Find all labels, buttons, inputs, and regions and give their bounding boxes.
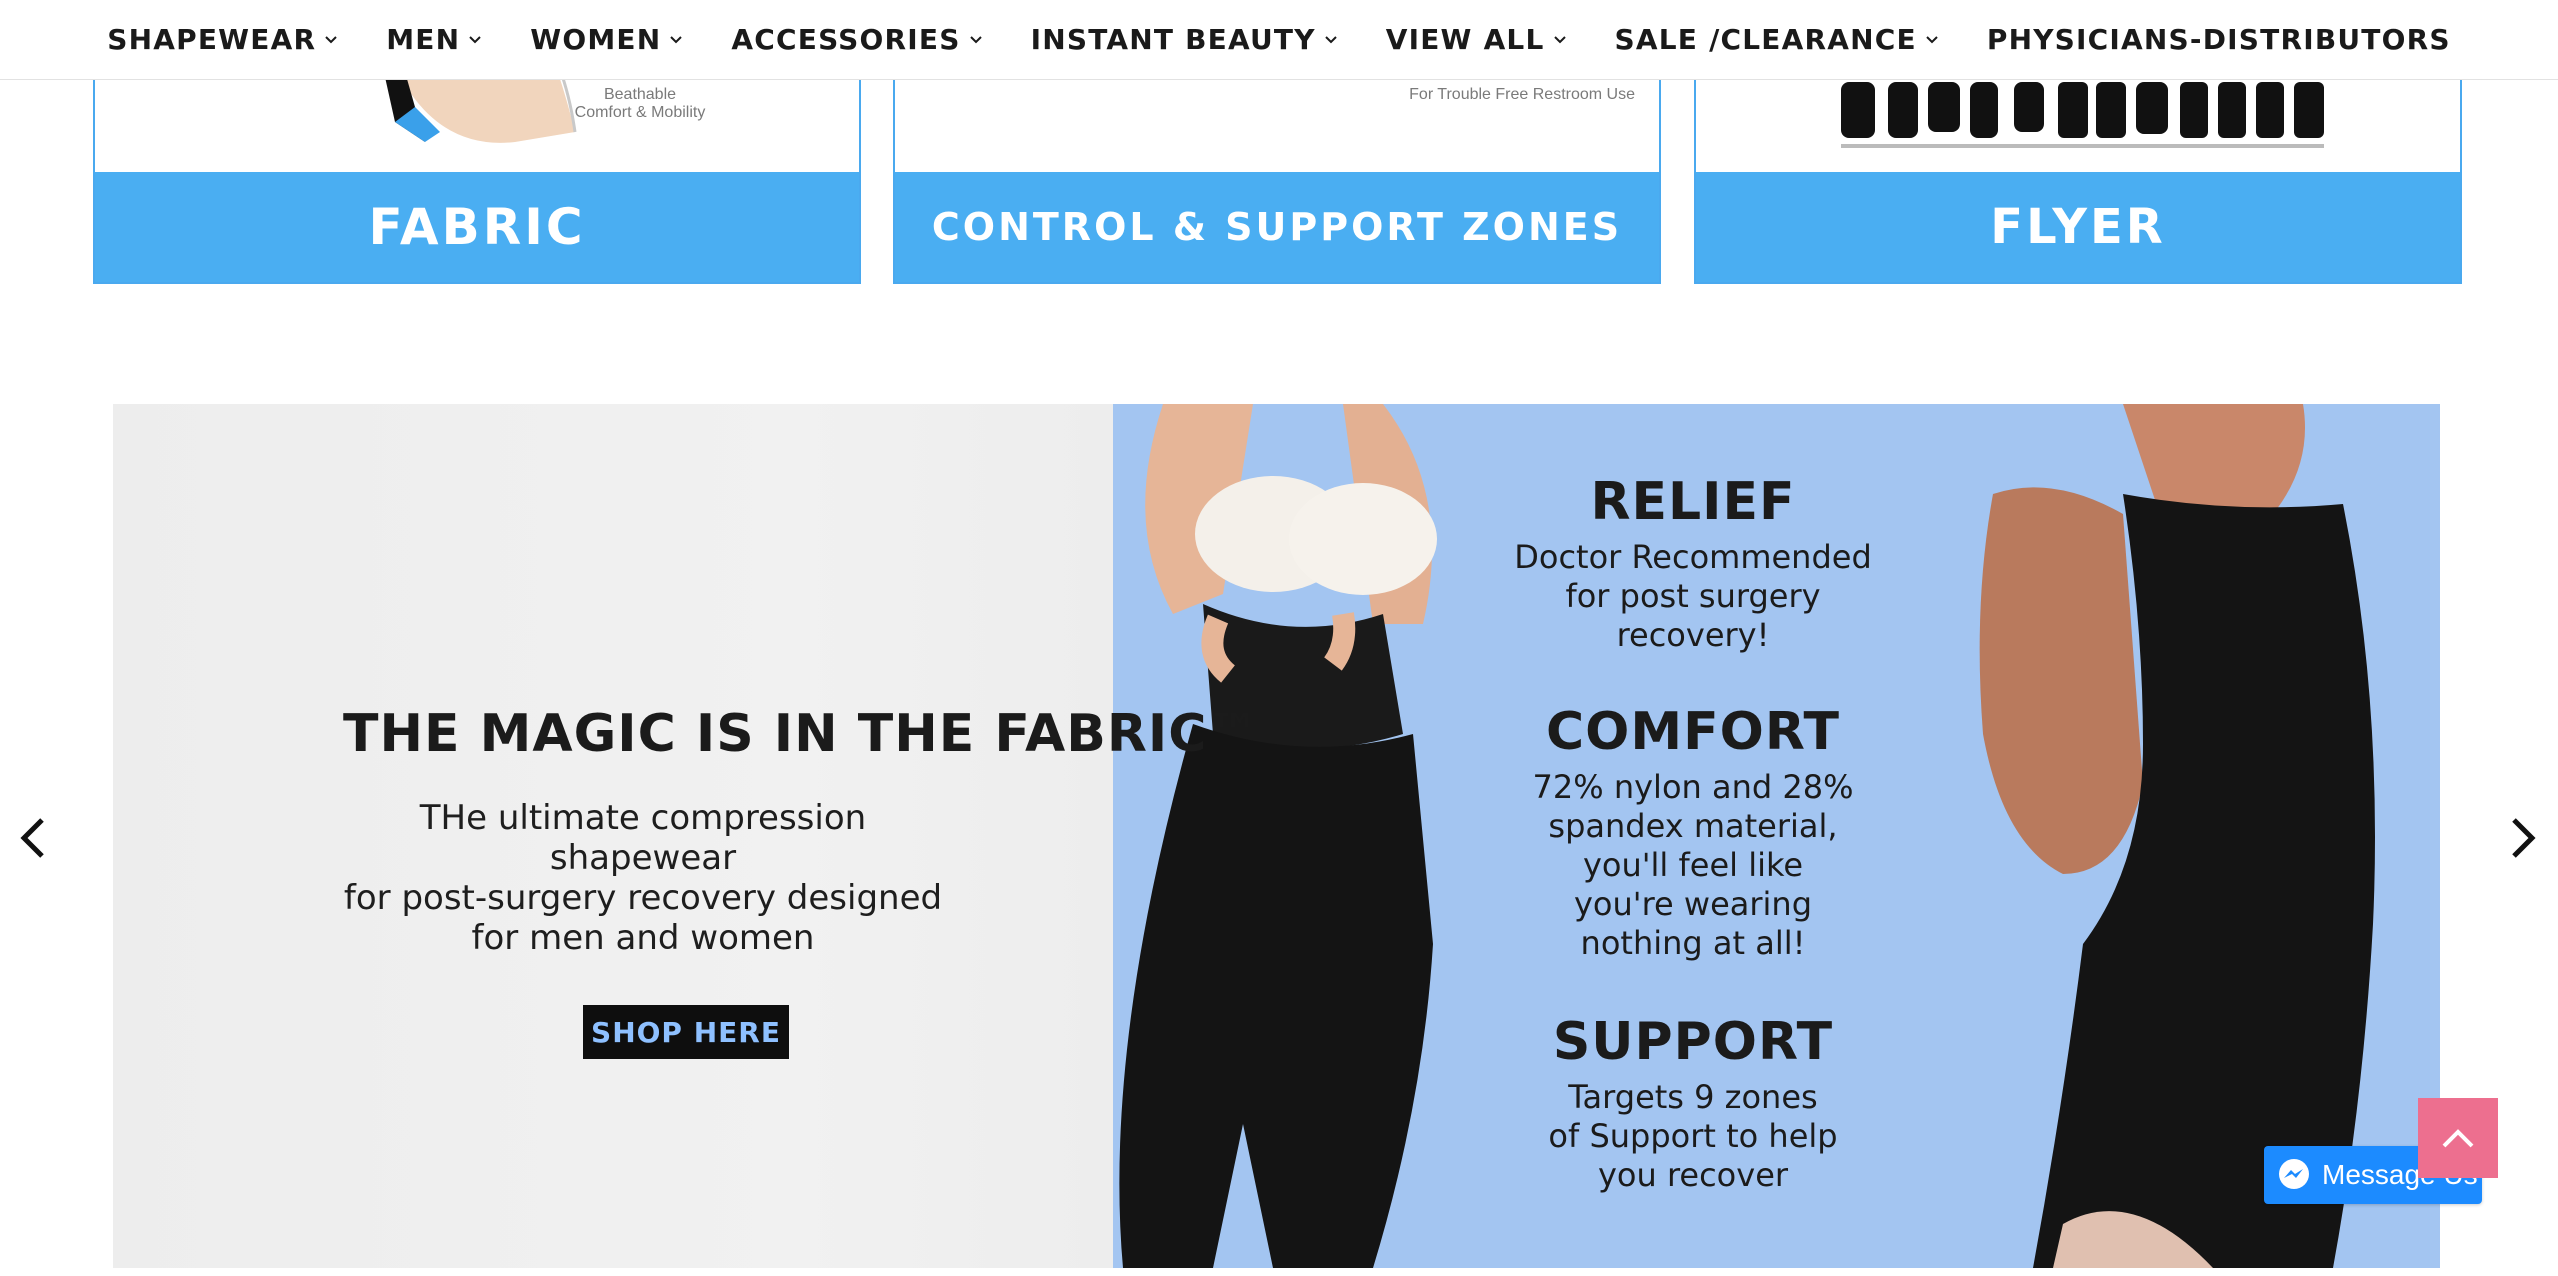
nav-item-physicians-distributors[interactable]: PHYSICIANS-DISTRIBUTORS xyxy=(1963,23,2475,56)
fabric-caption-text: Beathable Comfort & Mobility xyxy=(574,86,706,121)
carousel-prev-button[interactable] xyxy=(8,808,58,868)
hero-banner[interactable]: THE MAGIC IS IN THE FABRIC™ THe ultimate… xyxy=(113,404,2440,1268)
feature-support: SUPPORT Targets 9 zones of Support to he… xyxy=(1493,1012,1893,1195)
nav-item-label: MEN xyxy=(386,23,461,56)
feature-line: you recover xyxy=(1597,1156,1789,1194)
banner-headline: THE MAGIC IS IN THE FABRIC™ xyxy=(343,704,1261,764)
card-zones-label: CONTROL & SUPPORT ZONES xyxy=(895,172,1659,282)
male-model-image xyxy=(1979,404,2375,1268)
feature-line: for post surgery xyxy=(1565,577,1821,615)
chevron-down-icon xyxy=(969,35,982,43)
feature-comfort: COMFORT 72% nylon and 28% spandex materi… xyxy=(1493,702,1893,963)
messenger-icon xyxy=(2279,1159,2309,1189)
nav-item-label: SHAPEWEAR xyxy=(107,23,317,56)
feature-description: Doctor Recommended for post surgery reco… xyxy=(1493,538,1893,655)
nav-item-label: VIEW ALL xyxy=(1385,23,1545,56)
feature-line: of Support to help xyxy=(1548,1117,1838,1155)
feature-title: SUPPORT xyxy=(1552,1012,1834,1072)
card-fabric-label: FABRIC xyxy=(95,172,859,282)
nav-item-shapewear[interactable]: SHAPEWEAR xyxy=(83,23,362,56)
chevron-down-icon xyxy=(1926,35,1938,43)
nav-item-sale-clearance[interactable]: SALE /CLEARANCE xyxy=(1591,23,1963,56)
carousel-next-button[interactable] xyxy=(2498,808,2548,868)
banner-subcopy-line: for men and women xyxy=(471,918,815,958)
banner-subcopy-line: THe ultimate compression shapewear xyxy=(419,798,867,878)
chevron-left-icon xyxy=(20,818,44,858)
nav-item-label: WOMEN xyxy=(530,23,662,56)
back-to-top-button[interactable] xyxy=(2418,1098,2498,1178)
feature-line: recovery! xyxy=(1616,616,1770,654)
card-flyer-label: FLYER xyxy=(1696,172,2460,282)
nav-item-label: SALE /CLEARANCE xyxy=(1614,23,1917,56)
top-navigation: SHAPEWEAR MEN WOMEN ACCESSORIES INSTANT … xyxy=(0,0,2558,80)
feature-line: Doctor Recommended xyxy=(1514,538,1872,576)
feature-line: Targets 9 zones xyxy=(1568,1078,1818,1116)
nav-list: SHAPEWEAR MEN WOMEN ACCESSORIES INSTANT … xyxy=(83,23,2474,56)
zones-caption-text: For Trouble Free Restroom Use xyxy=(1409,86,1635,103)
feature-description: Targets 9 zones of Support to help you r… xyxy=(1493,1078,1893,1195)
page: Beathable Comfort & Mobility FABRIC For … xyxy=(0,0,2558,1276)
shop-here-button[interactable]: SHOP HERE xyxy=(583,1005,789,1059)
chevron-down-icon xyxy=(1325,35,1337,43)
chevron-up-icon xyxy=(2442,1129,2474,1148)
feature-line: 72% nylon and 28% xyxy=(1532,768,1854,806)
feature-line: you'll feel like xyxy=(1582,846,1804,884)
nav-item-label: INSTANT BEAUTY xyxy=(1030,23,1316,56)
nav-item-view-all[interactable]: VIEW ALL xyxy=(1362,23,1591,56)
feature-line: spandex material, xyxy=(1548,807,1838,845)
zones-caption: For Trouble Free Restroom Use xyxy=(1395,86,1635,104)
feature-line: you're wearing xyxy=(1573,885,1812,923)
nav-item-label: PHYSICIANS-DISTRIBUTORS xyxy=(1986,23,2451,56)
chevron-right-icon xyxy=(2512,818,2536,858)
feature-relief: RELIEF Doctor Recommended for post surge… xyxy=(1493,472,1893,655)
feature-line: nothing at all! xyxy=(1580,924,1806,962)
nav-item-instant-beauty[interactable]: INSTANT BEAUTY xyxy=(1007,23,1362,56)
chevron-down-icon xyxy=(469,35,481,43)
chevron-down-icon xyxy=(325,35,337,43)
feature-title: COMFORT xyxy=(1545,702,1840,762)
chevron-down-icon xyxy=(1553,35,1566,43)
fabric-caption: Beathable Comfort & Mobility xyxy=(550,86,730,122)
nav-item-accessories[interactable]: ACCESSORIES xyxy=(707,23,1006,56)
nav-item-women[interactable]: WOMEN xyxy=(506,23,707,56)
chevron-down-icon xyxy=(670,35,683,43)
nav-item-label: ACCESSORIES xyxy=(731,23,961,56)
banner-subcopy-line: for post-surgery recovery designed xyxy=(343,878,943,918)
nav-item-men[interactable]: MEN xyxy=(362,23,506,56)
banner-subcopy: THe ultimate compression shapewear for p… xyxy=(328,798,958,958)
feature-description: 72% nylon and 28% spandex material, you'… xyxy=(1493,768,1893,963)
feature-title: RELIEF xyxy=(1590,472,1796,532)
